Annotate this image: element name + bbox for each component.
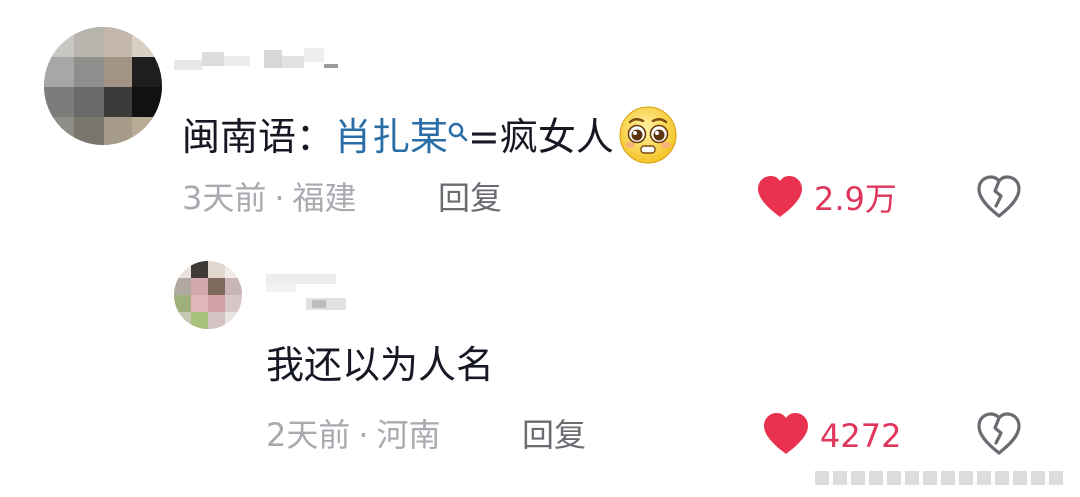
like-count: 2.9万 (814, 180, 897, 218)
username[interactable] (174, 42, 354, 74)
heart-icon (762, 412, 810, 460)
reply-button[interactable]: 回复 (438, 178, 502, 218)
pleading-face-emoji-icon (618, 105, 678, 174)
broken-heart-icon[interactable] (976, 175, 1022, 219)
search-icon[interactable] (448, 107, 468, 151)
like-count: 4272 (820, 417, 902, 455)
comment-time: 3天前 (182, 179, 267, 217)
heart-icon (756, 175, 804, 223)
avatar[interactable] (174, 261, 242, 329)
comment-location: 福建 (292, 179, 357, 217)
like-button[interactable]: 2.9万 (756, 175, 897, 223)
comment-location: 河南 (376, 416, 441, 454)
search-keyword-link[interactable]: 肖扎某 (334, 115, 448, 159)
avatar[interactable] (44, 27, 162, 145)
meta-separator: · (358, 416, 369, 454)
comment-text: 闽南语：肖扎某 =疯女人 (182, 105, 678, 174)
comment-time: 2天前 (266, 416, 351, 454)
broken-heart-icon[interactable] (976, 412, 1022, 456)
comment-text-prefix: 闽南语： (182, 115, 335, 159)
reply-button[interactable]: 回复 (522, 415, 586, 455)
meta-separator: · (274, 179, 285, 217)
comment-meta: 3天前 · 福建 (182, 178, 357, 218)
comment-text-suffix: =疯女人 (468, 115, 614, 159)
like-button[interactable]: 4272 (762, 412, 901, 460)
comment-meta: 2天前 · 河南 (266, 415, 441, 455)
comment-text: 我还以为人名 (266, 343, 495, 387)
username[interactable] (266, 270, 366, 316)
watermark (815, 469, 1070, 487)
